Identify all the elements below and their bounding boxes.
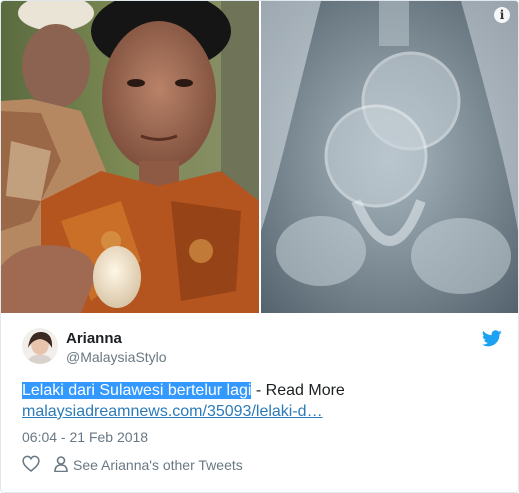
selected-text[interactable]: Lelaki dari Sulawesi bertelur lagi [22, 382, 252, 399]
twitter-bird-icon[interactable] [481, 330, 502, 352]
tweet-actions: See Arianna's other Tweets [22, 454, 243, 476]
avatar[interactable] [22, 328, 58, 364]
xray-eggs-image[interactable] [261, 1, 518, 313]
read-more-text: - Read More [251, 382, 345, 399]
author-handle[interactable]: @MalaysiaStylo [66, 349, 167, 365]
tweet-author[interactable]: Arianna @MalaysiaStylo [22, 328, 502, 368]
info-icon[interactable]: i [494, 7, 510, 23]
author-display-name[interactable]: Arianna [66, 330, 122, 347]
article-link[interactable]: malaysiadreamnews.com/35093/lelaki-d… [22, 403, 323, 420]
man-holding-egg-photo[interactable] [1, 1, 259, 313]
tweet-timestamp[interactable]: 06:04 - 21 Feb 2018 [22, 429, 148, 445]
like-button[interactable] [22, 455, 40, 475]
tweet-embed-card: i Arianna @MalaysiaStylo Lelaki dari Sul… [0, 0, 519, 493]
person-icon [54, 455, 68, 475]
tweet-text: Lelaki dari Sulawesi bertelur lagi - Rea… [22, 380, 502, 422]
see-other-tweets-link[interactable]: See Arianna's other Tweets [54, 455, 243, 475]
tweet-media[interactable]: i [1, 1, 518, 313]
see-other-tweets-label[interactable]: See Arianna's other Tweets [73, 457, 243, 473]
heart-icon[interactable] [22, 455, 40, 475]
